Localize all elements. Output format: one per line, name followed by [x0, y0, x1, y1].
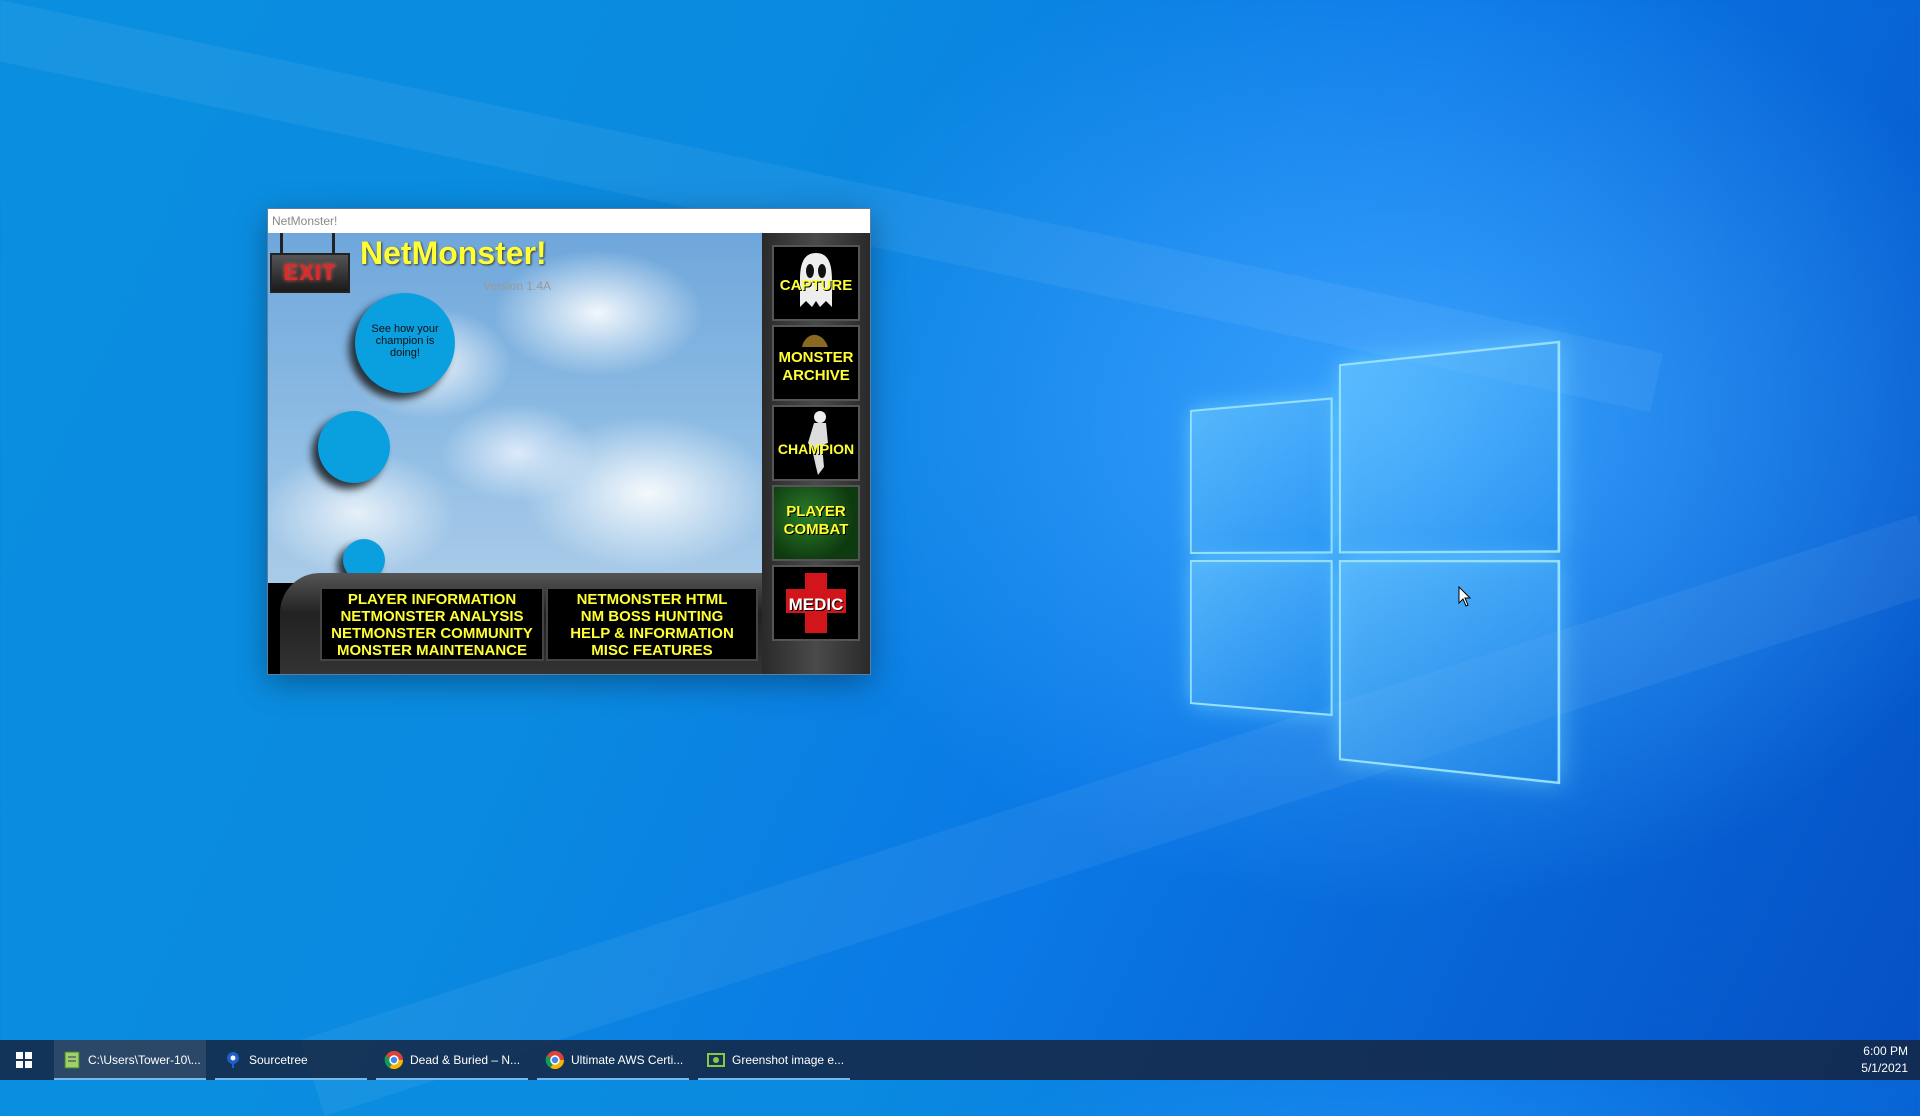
sky-background: EXIT NetMonster! Version 1.4A See how yo… — [268, 233, 762, 583]
taskbar-item-greenshot[interactable]: Greenshot image e... — [698, 1040, 850, 1080]
menu-item-player-information[interactable]: PLAYER INFORMATION — [322, 591, 542, 608]
windows-logo — [1190, 339, 1575, 785]
app-title: NetMonster! — [360, 235, 547, 271]
notepad-icon — [64, 1051, 80, 1069]
champion-label: CHAMPION — [777, 441, 855, 457]
version-label: Version 1.4A — [483, 279, 552, 293]
menu-item-netmonster-html[interactable]: NETMONSTER HTML — [548, 591, 756, 608]
menu-item-nm-boss-hunting[interactable]: NM BOSS HUNTING — [548, 608, 756, 625]
monster-archive-label-1: MONSTER — [778, 349, 854, 366]
player-combat-button[interactable]: PLAYER COMBAT — [772, 485, 860, 561]
exit-button[interactable]: EXIT — [270, 253, 350, 293]
menu-item-misc-features[interactable]: MISC FEATURES — [548, 642, 756, 659]
clock-date: 5/1/2021 — [1861, 1061, 1908, 1075]
taskbar-item-notepad[interactable]: C:\Users\Tower-10\... — [54, 1040, 206, 1080]
mouse-cursor-icon — [1458, 586, 1472, 607]
menu-left: PLAYER INFORMATION NETMONSTER ANALYSIS N… — [320, 587, 544, 661]
clock-time: 6:00 PM — [1863, 1044, 1908, 1058]
champion-button[interactable]: CHAMPION — [772, 405, 860, 481]
monster-archive-label-2: ARCHIVE — [782, 367, 850, 384]
bubble-text: See how your champion is doing! — [371, 323, 439, 359]
windows-start-icon — [16, 1052, 32, 1068]
menu-item-help-information[interactable]: HELP & INFORMATION — [548, 625, 756, 642]
taskbar-item-sourcetree[interactable]: Sourcetree — [215, 1040, 367, 1080]
capture-button[interactable]: CAPTURE — [772, 245, 860, 321]
player-combat-label-1: PLAYER — [786, 503, 846, 520]
greenshot-icon — [707, 1053, 725, 1067]
side-button-column: CAPTURE MONSTER ARCHIVE CHAMPION PLAYER … — [762, 233, 870, 674]
taskbar-item-label: Dead & Buried – N... — [410, 1053, 521, 1067]
taskbar-item-chrome-2[interactable]: Ultimate AWS Certi... — [537, 1040, 689, 1080]
sourcetree-icon — [227, 1052, 239, 1068]
taskbar-item-label: Sourcetree — [249, 1053, 308, 1067]
player-combat-label-2: COMBAT — [783, 521, 849, 538]
taskbar-item-chrome-1[interactable]: Dead & Buried – N... — [376, 1040, 528, 1080]
taskbar-item-label: Greenshot image e... — [732, 1053, 845, 1067]
taskbar-item-label: C:\Users\Tower-10\... — [88, 1053, 201, 1067]
menu-item-netmonster-community[interactable]: NETMONSTER COMMUNITY — [322, 625, 542, 642]
start-button[interactable] — [0, 1040, 48, 1080]
menu-item-netmonster-analysis[interactable]: NETMONSTER ANALYSIS — [322, 608, 542, 625]
bubble-button[interactable] — [318, 411, 390, 483]
monster-head-icon — [802, 334, 828, 347]
taskbar: C:\Users\Tower-10\... Sourcetree Dead & … — [0, 1040, 1920, 1080]
medic-button[interactable]: MEDIC — [772, 565, 860, 641]
bottom-menu-panel: PLAYER INFORMATION NETMONSTER ANALYSIS N… — [280, 573, 762, 674]
chrome-icon — [545, 1051, 564, 1070]
netmonster-window: NetMonster! EXIT NetMonster! Version 1.4… — [268, 209, 870, 674]
window-titlebar[interactable]: NetMonster! — [268, 209, 870, 233]
menu-right: NETMONSTER HTML NM BOSS HUNTING HELP & I… — [546, 587, 758, 661]
medic-label: MEDIC — [788, 595, 844, 614]
chrome-icon — [384, 1051, 403, 1070]
capture-label: CAPTURE — [779, 277, 853, 294]
champion-status-bubble[interactable]: See how your champion is doing! — [355, 293, 455, 393]
taskbar-item-label: Ultimate AWS Certi... — [571, 1053, 684, 1067]
system-clock[interactable]: 6:00 PM 5/1/2021 — [1861, 1043, 1908, 1077]
monster-archive-button[interactable]: MONSTER ARCHIVE — [772, 325, 860, 401]
menu-item-monster-maintenance[interactable]: MONSTER MAINTENANCE — [322, 642, 542, 659]
